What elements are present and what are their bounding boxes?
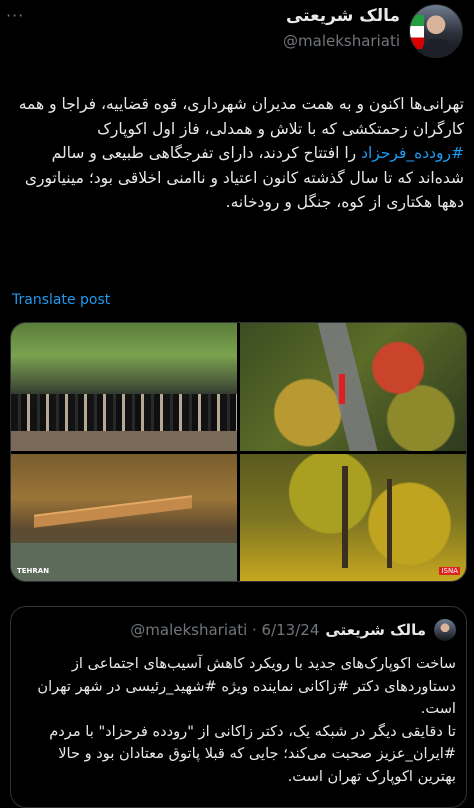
hashtag-link[interactable]: #رودده_فرحزاد [361,144,464,162]
tweet-text: تهرانی‌ها اکنون و به همت مدیران شهرداری،… [18,95,464,211]
flag-icon [410,15,424,49]
author-display-name[interactable]: مالک شریعتی [286,6,400,26]
quoted-author-avatar [434,619,456,641]
photo-aerial-autumn-path[interactable] [240,323,466,451]
media-grid: TEHRAN ISNA [10,322,467,582]
translate-post-link[interactable]: Translate post [12,292,110,308]
quoted-meta: مالک شریعتی @malekshariati · 6/13/24 [130,621,426,639]
author-handle[interactable]: @malekshariati [283,32,400,50]
watermark-badge: ISNA [439,567,460,575]
quoted-text: ساخت اکوپارک‌های جدید با رویکرد کاهش آسی… [37,655,456,785]
photo-wooden-bridge[interactable]: TEHRAN [11,453,237,581]
author-avatar[interactable] [409,4,463,58]
quoted-tweet[interactable]: مالک شریعتی @malekshariati · 6/13/24 ساخت… [10,606,467,808]
tweet-header: ··· مالک شریعتی @malekshariati [0,0,474,70]
quoted-author-name: مالک شریعتی [325,621,426,639]
quoted-handle-date: @malekshariati · 6/13/24 [130,621,320,639]
more-options-icon[interactable]: ··· [6,6,28,25]
photo-autumn-forest[interactable]: ISNA [240,453,466,581]
photo-ceremony-crowd[interactable] [11,323,237,451]
watermark-logo: TEHRAN [17,567,50,575]
